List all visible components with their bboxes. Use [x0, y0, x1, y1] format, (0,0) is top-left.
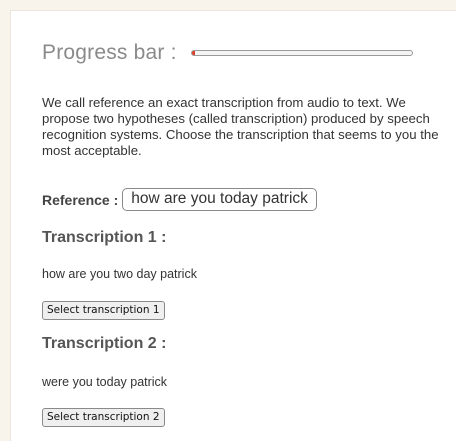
survey-card: Progress bar : We call reference an exac…: [10, 10, 456, 441]
progress-label: Progress bar :: [42, 41, 177, 64]
transcription-2-text: were you today patrick: [42, 375, 168, 389]
reference-value: how are you today patrick: [122, 188, 317, 211]
reference-label: Reference :: [42, 191, 119, 208]
select-transcription-2-button[interactable]: Select transcription 2: [42, 408, 165, 427]
select-transcription-1-button[interactable]: Select transcription 1: [42, 301, 165, 320]
transcription-1-heading: Transcription 1 :: [42, 229, 167, 246]
progress-bar-fill: [191, 51, 195, 55]
progress-bar: [190, 50, 413, 56]
progress-row: Progress bar :: [42, 41, 413, 65]
transcription-1-text: how are you two day patrick: [42, 267, 197, 281]
instructions-text: We call reference an exact transcription…: [42, 95, 439, 158]
transcription-2-heading: Transcription 2 :: [42, 335, 167, 352]
reference-row: Reference : how are you today patrick: [42, 188, 317, 211]
